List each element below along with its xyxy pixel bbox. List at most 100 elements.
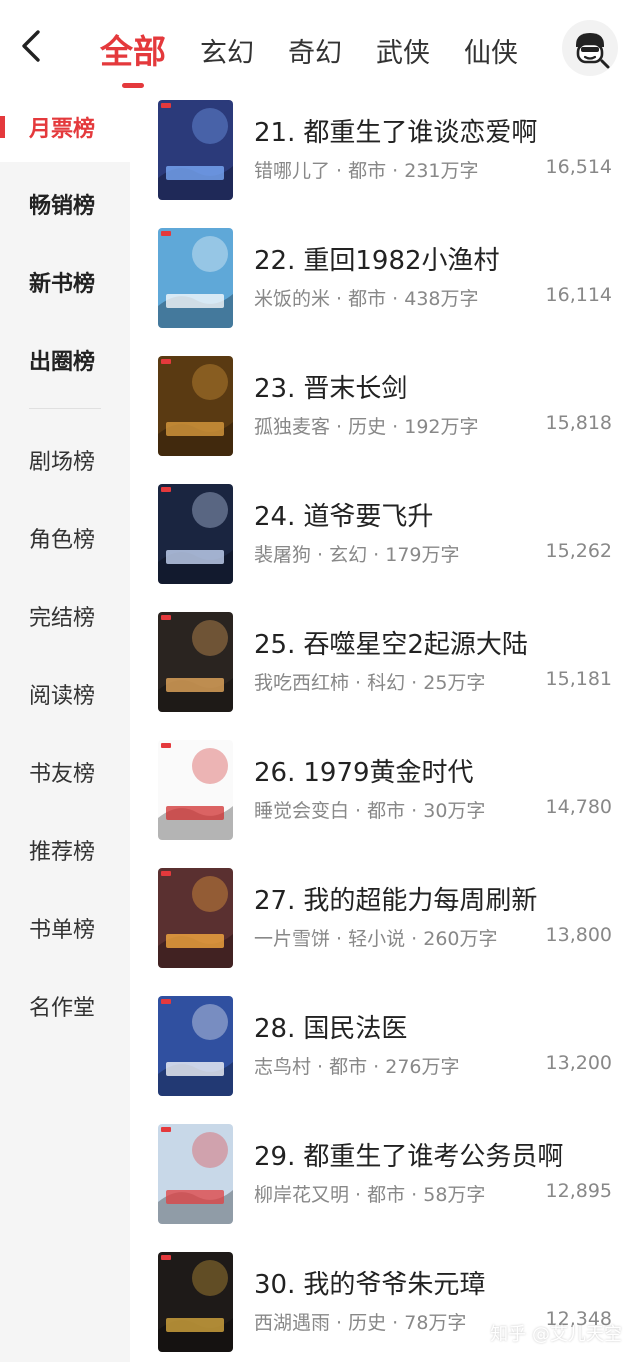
book-title-text: 我的爷爷朱元璋 <box>303 1270 486 1300</box>
book-title-text: 我的超能力每周刷新 <box>303 886 538 916</box>
book-cover-art <box>158 1124 233 1224</box>
book-cover-art <box>158 868 233 968</box>
book-rank: 27. <box>254 886 296 916</box>
book-title: 28. 国民法医 <box>254 1008 407 1045</box>
book-vote-count: 15,818 <box>545 412 612 434</box>
book-title-text: 都重生了谁谈恋爱啊 <box>303 118 538 148</box>
book-cover-image <box>158 1124 233 1224</box>
book-cover-image <box>158 868 233 968</box>
book-meta: 我吃西红柿 · 科幻 · 25万字 <box>254 672 486 694</box>
book-title: 27. 我的超能力每周刷新 <box>254 880 537 917</box>
book-list-item[interactable]: 25. 吞噬星空2起源大陆我吃西红柿 · 科幻 · 25万字 15,181 <box>158 612 628 712</box>
book-vote-count: 15,262 <box>545 540 612 562</box>
sidebar-item-monthly-ticket[interactable]: 月票榜 <box>0 92 130 162</box>
book-cover-art <box>158 228 233 328</box>
book-list-item[interactable]: 21. 都重生了谁谈恋爱啊错哪儿了 · 都市 · 231万字 16,514 <box>158 100 628 200</box>
book-cover-art <box>158 356 233 456</box>
book-vote-count: 13,200 <box>545 1052 612 1074</box>
book-cover-image <box>158 996 233 1096</box>
book-title-text: 都重生了谁考公务员啊 <box>303 1142 564 1172</box>
book-meta: 错哪儿了 · 都市 · 231万字 <box>254 160 479 182</box>
sidebar-item-completed[interactable]: 完结榜 <box>0 581 130 651</box>
book-rank: 23. <box>254 374 296 404</box>
book-rank: 30. <box>254 1270 296 1300</box>
book-cover-image <box>158 740 233 840</box>
book-cover-art <box>158 740 233 840</box>
book-rank: 28. <box>254 1014 296 1044</box>
book-cover-art <box>158 612 233 712</box>
book-rank: 24. <box>254 502 296 532</box>
book-rank: 21. <box>254 118 296 148</box>
book-title-text: 吞噬星空2起源大陆 <box>303 630 528 660</box>
book-list-item[interactable]: 22. 重回1982小渔村米饭的米 · 都市 · 438万字 16,114 <box>158 228 628 328</box>
book-title-text: 1979黄金时代 <box>303 758 474 788</box>
book-title: 24. 道爷要飞升 <box>254 496 433 533</box>
category-tabs: 全部 玄幻 奇幻 武侠 仙侠 <box>100 22 552 74</box>
book-list-item[interactable]: 26. 1979黄金时代睡觉会变白 · 都市 · 30万字 14,780 <box>158 740 628 840</box>
book-vote-count: 12,895 <box>545 1180 612 1202</box>
book-cover-image <box>158 612 233 712</box>
book-vote-count: 16,514 <box>545 156 612 178</box>
tab-qihuan[interactable]: 奇幻 <box>288 34 342 74</box>
book-meta: 裴屠狗 · 玄幻 · 179万字 <box>254 544 460 566</box>
sidebar-item-bestseller[interactable]: 畅销榜 <box>0 169 130 239</box>
book-meta: 志鸟村 · 都市 · 276万字 <box>254 1056 460 1078</box>
book-cover-image <box>158 228 233 328</box>
book-cover-art <box>158 1252 233 1352</box>
book-vote-count: 14,780 <box>545 796 612 818</box>
sidebar-item-recommend[interactable]: 推荐榜 <box>0 815 130 885</box>
book-cover-image <box>158 1252 233 1352</box>
book-title-text: 晋末长剑 <box>303 374 408 404</box>
book-rank: 25. <box>254 630 296 660</box>
book-list-item[interactable]: 28. 国民法医志鸟村 · 都市 · 276万字 13,200 <box>158 996 628 1096</box>
book-title: 23. 晋末长剑 <box>254 368 407 405</box>
tab-all[interactable]: 全部 <box>100 30 166 74</box>
book-title: 29. 都重生了谁考公务员啊 <box>254 1136 563 1173</box>
sidebar-item-character[interactable]: 角色榜 <box>0 503 130 573</box>
tab-xianxia[interactable]: 仙侠 <box>464 34 518 74</box>
book-cover-image <box>158 100 233 200</box>
avatar[interactable] <box>562 20 618 76</box>
book-meta: 柳岸花又明 · 都市 · 58万字 <box>254 1184 486 1206</box>
book-title-text: 国民法医 <box>303 1014 408 1044</box>
sidebar-item-new-books[interactable]: 新书榜 <box>0 247 130 317</box>
book-cover-image <box>158 356 233 456</box>
top-bar: 全部 玄幻 奇幻 武侠 仙侠 <box>0 0 640 92</box>
book-list-item[interactable]: 23. 晋末长剑孤独麦客 · 历史 · 192万字 15,818 <box>158 356 628 456</box>
book-cover-art <box>158 996 233 1096</box>
book-title: 25. 吞噬星空2起源大陆 <box>254 624 528 661</box>
tab-wuxia[interactable]: 武侠 <box>376 34 430 74</box>
book-title: 30. 我的爷爷朱元璋 <box>254 1264 485 1301</box>
watermark: 知乎 @艾儿天空 <box>490 1324 622 1345</box>
back-button[interactable] <box>14 26 48 66</box>
tab-xuanhuan[interactable]: 玄幻 <box>200 34 254 74</box>
book-cover-art <box>158 100 233 200</box>
book-vote-count: 13,800 <box>545 924 612 946</box>
chevron-left-icon <box>22 30 40 62</box>
book-list-item[interactable]: 24. 道爷要飞升裴屠狗 · 玄幻 · 179万字 15,262 <box>158 484 628 584</box>
book-rank: 22. <box>254 246 296 276</box>
sidebar-item-booklist[interactable]: 书单榜 <box>0 893 130 963</box>
sidebar-item-book-friends[interactable]: 书友榜 <box>0 737 130 807</box>
book-list-item[interactable]: 27. 我的超能力每周刷新一片雪饼 · 轻小说 · 260万字 13,800 <box>158 868 628 968</box>
sidebar-item-reading[interactable]: 阅读榜 <box>0 659 130 729</box>
book-meta: 孤独麦客 · 历史 · 192万字 <box>254 416 479 438</box>
book-title-text: 重回1982小渔村 <box>303 246 500 276</box>
sidebar-divider <box>29 408 101 409</box>
book-meta: 睡觉会变白 · 都市 · 30万字 <box>254 800 486 822</box>
sidebar-item-theater[interactable]: 剧场榜 <box>0 425 130 495</box>
book-title: 21. 都重生了谁谈恋爱啊 <box>254 112 537 149</box>
book-meta: 一片雪饼 · 轻小说 · 260万字 <box>254 928 498 950</box>
user-face-icon <box>576 33 610 69</box>
ranking-sidebar: 月票榜 畅销榜 新书榜 出圈榜 剧场榜 角色榜 完结榜 阅读榜 书友榜 推荐榜 … <box>0 92 130 1362</box>
book-list-item[interactable]: 29. 都重生了谁考公务员啊柳岸花又明 · 都市 · 58万字 12,895 <box>158 1124 628 1224</box>
book-vote-count: 16,114 <box>545 284 612 306</box>
book-title: 26. 1979黄金时代 <box>254 752 474 789</box>
book-meta: 米饭的米 · 都市 · 438万字 <box>254 288 479 310</box>
sidebar-item-breakout[interactable]: 出圈榜 <box>0 325 130 395</box>
book-title-text: 道爷要飞升 <box>303 502 434 532</box>
sidebar-item-hall-of-fame[interactable]: 名作堂 <box>0 971 130 1041</box>
book-vote-count: 15,181 <box>545 668 612 690</box>
book-meta: 西湖遇雨 · 历史 · 78万字 <box>254 1312 467 1334</box>
book-rank: 26. <box>254 758 296 788</box>
